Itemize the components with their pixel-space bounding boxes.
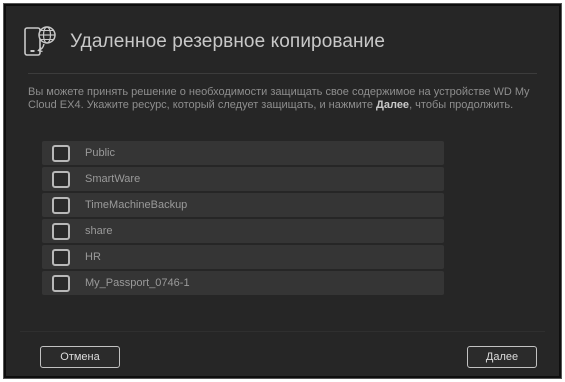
footer-divider	[20, 331, 545, 332]
share-label: share	[85, 225, 113, 237]
description-next-keyword: Далее	[376, 99, 410, 111]
share-checkbox[interactable]	[52, 196, 70, 214]
share-label: HR	[85, 251, 101, 263]
description-text-end: , чтобы продолжить.	[409, 99, 514, 111]
device-globe-icon	[22, 24, 62, 60]
share-row-timemachinebackup[interactable]: TimeMachineBackup	[42, 193, 444, 217]
next-button[interactable]: Далее	[467, 346, 537, 368]
share-row-hr[interactable]: HR	[42, 245, 444, 269]
share-checkbox[interactable]	[52, 274, 70, 292]
share-checkbox[interactable]	[52, 248, 70, 266]
share-label: SmartWare	[85, 173, 141, 185]
share-checkbox[interactable]	[52, 170, 70, 188]
cancel-button[interactable]: Отмена	[40, 346, 120, 368]
share-row-my-passport[interactable]: My_Passport_0746-1	[42, 271, 444, 295]
share-row-share[interactable]: share	[42, 219, 444, 243]
share-row-smartware[interactable]: SmartWare	[42, 167, 444, 191]
share-label: TimeMachineBackup	[85, 199, 188, 211]
dialog-header: Удаленное резервное копирование	[22, 24, 385, 60]
dialog-description: Вы можете принять решение о необходимост…	[28, 86, 538, 112]
share-checkbox[interactable]	[52, 222, 70, 240]
dialog-title: Удаленное резервное копирование	[70, 31, 385, 52]
share-label: Public	[85, 147, 115, 159]
share-checkbox[interactable]	[52, 144, 70, 162]
share-label: My_Passport_0746-1	[85, 277, 190, 289]
share-list: Public SmartWare TimeMachineBackup share…	[42, 141, 444, 297]
header-divider	[28, 73, 537, 74]
share-row-public[interactable]: Public	[42, 141, 444, 165]
remote-backup-dialog: Удаленное резервное копирование Вы может…	[3, 3, 562, 379]
